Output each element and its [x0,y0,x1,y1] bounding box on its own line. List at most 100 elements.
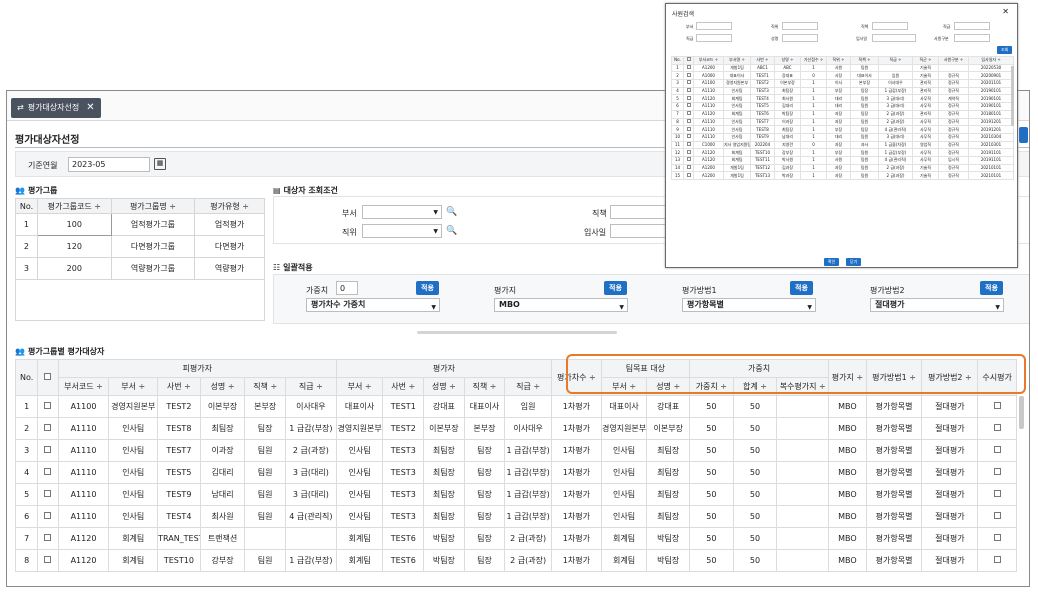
table-row[interactable]: 6 A1110 인사팀 TEST4 최사원 팀원 4 급(관리직) 인사팀 TEST3 최팀장 팀장… [14,505,1017,528]
table-row[interactable]: 4 A1110 인사팀 TEST5 김대리 팀원 3 급(대리) 인사팀 TEST3 최팀장 팀장 1… [14,461,1017,484]
col-header[interactable]: 직위 ÷ [826,56,851,65]
close-icon[interactable]: ✕ [86,98,94,118]
checkbox[interactable] [686,88,691,93]
checkbox[interactable] [44,373,52,380]
row-checkbox[interactable] [37,527,59,550]
col-header[interactable]: No. [671,56,684,65]
vertical-scrollbar[interactable] [1019,396,1024,429]
table-row[interactable]: 10 A1110 인사팀 TEST9 남대리 1 대리 팀원 3 급(대리) 사무직 정규직 2021… [671,132,1014,142]
row-checkbox[interactable] [37,439,59,462]
popup-ok-button[interactable]: 확인 [824,258,840,266]
adhoc-checkbox[interactable] [977,483,1017,506]
select-all-checkbox[interactable] [37,359,59,396]
col-header[interactable]: 성명 ÷ [199,377,246,396]
row-checkbox[interactable] [37,505,59,528]
popup-cancel-button[interactable]: 닫기 [846,258,862,266]
checkbox[interactable] [686,65,691,70]
checkbox[interactable] [686,126,691,131]
checkbox[interactable] [44,534,52,541]
table-row[interactable]: 2 A1000 대표이사 TEST1 강대표 0 사장 대표이사 임원 기술직 정규직 2020090… [671,71,1014,81]
checkbox[interactable] [993,402,1001,409]
adhoc-checkbox[interactable] [977,439,1017,462]
weight-input[interactable]: 0 [336,281,358,295]
table-row[interactable]: 5 A1110 인사팀 TEST9 남대리 팀원 3 급(대리) 인사팀 TEST3 최팀장 팀장 1… [14,483,1017,506]
method2-select[interactable]: 절대평가 ▼ [870,298,1004,312]
duty-dropdown[interactable] [610,205,670,219]
checkbox[interactable] [686,172,691,177]
table-row[interactable]: 14 A1200 개발1팀 TEST12 김과장 1 과장 팀원 2 급(과장) 기술직 정규직 20… [671,163,1014,173]
row-checkbox[interactable] [37,483,59,506]
checkbox[interactable] [993,490,1001,497]
popup-grade-dropdown[interactable] [954,22,990,30]
col-header[interactable]: 직급 ÷ [878,56,913,65]
checkbox[interactable] [993,468,1001,475]
adhoc-checkbox[interactable] [977,549,1017,572]
hidden-button[interactable] [1019,127,1028,143]
checkbox[interactable] [44,446,52,453]
row-checkbox[interactable] [37,395,59,418]
checkbox[interactable] [44,512,52,519]
table-row[interactable]: 1 100 업적평가그룹 업적평가 [15,213,265,236]
table-row[interactable]: 4 A1110 인사팀 TEST3 최팀장 1 부장 팀장 1 급갑(부장) 관리직 정규직 2019… [671,86,1014,96]
search-icon[interactable]: 🔍 [446,225,458,237]
row-checkbox[interactable] [37,461,59,484]
checkbox[interactable] [686,103,691,108]
checkbox[interactable] [686,111,691,116]
checkbox[interactable] [993,534,1001,541]
table-row[interactable]: 12 A1120 회계팀 TEST10 강부장 1 부장 팀원 1 급갑(부장) 사무직 정규직 20… [671,148,1014,157]
popup-search-button[interactable]: 조회 [997,46,1013,54]
position-dropdown[interactable]: ▼ [362,224,442,238]
col-header[interactable]: 부서 ÷ [108,377,159,396]
col-header[interactable]: 부서코드 ÷ [693,56,724,65]
table-row[interactable]: 5 A1120 회계팀 TEST4 최사원 1 대리 팀원 3 급(대리) 사무직 계약직 20190… [671,94,1014,104]
col-header[interactable]: 사원구분 ÷ [938,56,969,65]
table-row[interactable]: 7 A1120 회계팀 TRAN_TEST 트랜잭션 회계팀 TEST6 박팀장 팀장 2 급(과… [14,527,1017,550]
col-header[interactable]: 평가그룹코드 ÷ [36,198,112,214]
col-header[interactable]: 사번 ÷ [750,56,775,65]
popup-name-dropdown[interactable] [782,34,818,42]
weight-select[interactable]: 평가차수 가중치 ▼ [306,298,440,312]
col-header[interactable]: 부서명 ÷ [723,56,751,65]
popup-rank-dropdown[interactable] [696,34,732,42]
col-header[interactable]: 직책 ÷ [463,377,506,396]
horizontal-scrollbar[interactable] [417,331,617,334]
table-row[interactable]: 3 A1100 경영지원본부 TEST2 이본부장 1 이사 본부장 이사대우 관리직 정규직 202… [671,79,1014,88]
table-row[interactable]: 11 C1000 지사 영업지원팀 202204 지영란 0 과장 과사 1 급을(차장) 영업직… [671,140,1014,150]
popup-type-dropdown[interactable] [954,34,990,42]
checkbox[interactable] [44,556,52,563]
adhoc-checkbox[interactable] [977,417,1017,440]
col-header[interactable] [683,56,694,65]
popup-pos-dropdown[interactable] [872,22,908,30]
checkbox[interactable] [993,424,1001,431]
col-header[interactable]: 직책 ÷ [244,377,286,396]
checkbox[interactable] [686,134,691,139]
checkbox[interactable] [686,149,691,154]
row-checkbox[interactable] [37,417,59,440]
popup-hire-input[interactable] [872,34,916,42]
tab-evaluation-target[interactable]: ⇄ 평가대상자선정 ✕ [11,98,101,118]
apply-method2-button[interactable]: 적용 [980,281,1003,295]
col-header[interactable]: 성명 ÷ [423,377,465,396]
col-header[interactable]: 가산점수 ÷ [800,56,827,65]
checkbox[interactable] [686,142,691,146]
col-header[interactable]: 부서코드 ÷ [57,377,110,396]
checkbox[interactable] [44,490,52,497]
col-header[interactable]: 직급 ÷ [284,377,337,396]
base-month-input[interactable]: 2023-05 [68,157,150,172]
row-checkbox[interactable] [37,549,59,572]
apply-method1-button[interactable]: 적용 [790,281,813,295]
close-icon[interactable]: ✕ [1002,7,1009,16]
table-row[interactable]: 3 A1110 인사팀 TEST7 이과장 팀원 2 급(과장) 인사팀 TEST3 최팀장 팀장 1… [14,439,1017,462]
col-header[interactable]: 입사일자 ÷ [968,56,1014,65]
checkbox[interactable] [686,157,691,162]
sheet-select[interactable]: MBO ▼ [494,298,628,312]
popup-duty-dropdown[interactable] [782,22,818,30]
table-row[interactable]: 9 A1110 인사팀 TEST8 최팀장 1 부장 팀장 4 급(관리직) 사무직 정규직 2019… [671,125,1014,134]
apply-weight-button[interactable]: 적용 [416,281,439,295]
col-header[interactable]: 성명 ÷ [774,56,801,65]
apply-sheet-button[interactable]: 적용 [604,281,627,295]
adhoc-checkbox[interactable] [977,461,1017,484]
popup-scrollbar[interactable] [1011,66,1014,126]
col-header[interactable]: 직급 ÷ [504,377,552,396]
hire-date-input[interactable] [610,224,670,238]
